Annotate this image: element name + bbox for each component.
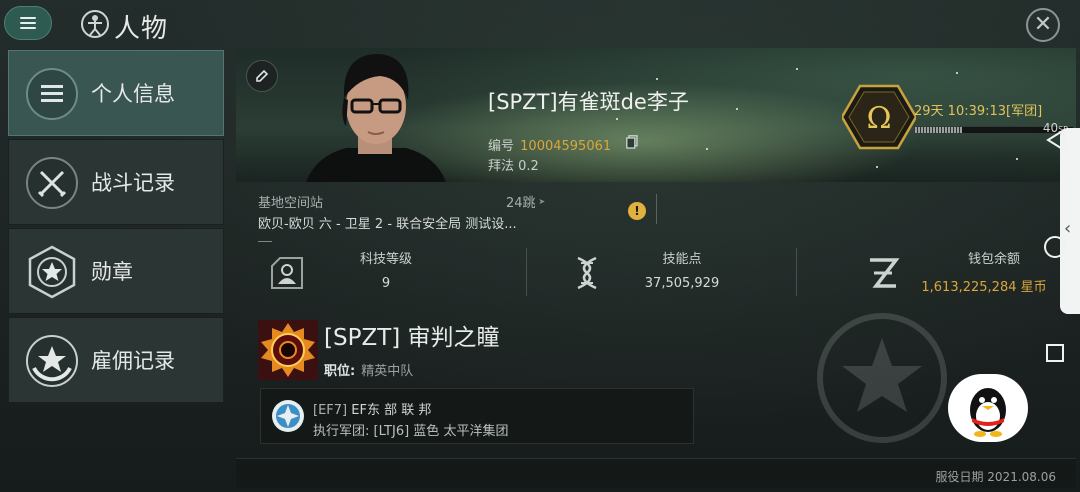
page-title: 人物 — [114, 14, 169, 44]
sidebar-item-profile[interactable]: 个人信息 — [8, 50, 224, 136]
omega-status-icon[interactable]: Ω — [842, 84, 916, 150]
copy-icon[interactable] — [626, 135, 638, 149]
alliance-logo — [272, 400, 304, 432]
character-portrait — [306, 54, 446, 182]
corporation-role: 职位: 精英中队 — [324, 360, 413, 379]
warning-icon[interactable]: ! — [628, 202, 646, 220]
skill-point-progress-fill — [915, 127, 963, 133]
sidebar-item-label: 雇佣记录 — [91, 349, 175, 373]
medal-star-icon — [28, 245, 76, 299]
service-footer: 服役日期 2021.08.06 — [236, 458, 1076, 488]
stat-label: 科技等级 — [359, 252, 412, 267]
stats-row: 科技等级 9 技能点 37,505,929 钱包余额 1,613,225,284… — [236, 244, 1076, 300]
hamburger-menu-icon — [20, 17, 36, 29]
stat-tech-level: 科技等级 9 — [268, 244, 528, 300]
sidebar-item-medals[interactable]: 勋章 — [8, 228, 224, 314]
stat-value: 37,505,929 — [644, 276, 720, 291]
id-label: 编号 — [488, 139, 515, 154]
stat-skill-points: 技能点 37,505,929 — [568, 244, 828, 300]
jump-count: 24跳 — [506, 192, 545, 211]
character-id: 编号 10004595061 — [488, 135, 611, 154]
executor-value: [LTJ6] 蓝色 太平洋集团 — [373, 424, 509, 439]
edit-profile-button[interactable] — [246, 60, 278, 92]
home-icon[interactable] — [1044, 236, 1066, 258]
close-icon: ✕ — [1033, 12, 1053, 37]
profile-banner: [SPZT]有雀斑de李子 编号 10004595061 拜法 0.2 Ω 29… — [236, 48, 1076, 182]
role-value: 精英中队 — [361, 364, 414, 379]
recent-apps-icon[interactable] — [1046, 344, 1064, 362]
corporation-logo[interactable] — [258, 320, 318, 380]
chevron-left-icon: ‹ — [1064, 218, 1072, 239]
character-name: [SPZT]有雀斑de李子 — [488, 90, 689, 114]
close-button[interactable]: ✕ — [1026, 8, 1060, 42]
divider — [656, 194, 657, 224]
profile-list-icon — [26, 68, 78, 120]
divider — [526, 248, 527, 296]
background-emblem-icon — [817, 313, 947, 443]
employment-star-icon — [26, 335, 78, 387]
worship-value: 拜法 0.2 — [488, 159, 539, 174]
service-date: 服役日期 2021.08.06 — [935, 470, 1056, 484]
alliance-name: [EF7] EF东 部 联 邦 — [313, 399, 431, 418]
id-value: 10004595061 — [520, 139, 612, 154]
sidebar-item-label: 个人信息 — [91, 82, 175, 106]
home-station[interactable]: 基地空间站 24跳 欧贝-欧贝 六 - 卫星 2 - 联合安全局 测试设... — [246, 188, 660, 232]
omega-time-remaining: 29天 10:39:13[军团] — [914, 104, 1043, 119]
home-station-label: 基地空间站 — [258, 196, 324, 211]
corporation-name[interactable]: [SPZT] 审判之瞳 — [324, 318, 500, 352]
sidebar-item-label: 勋章 — [91, 260, 133, 284]
top-bar: 人物 ✕ — [0, 0, 1080, 48]
alliance-tag: [EF7] — [313, 403, 348, 418]
sidebar-item-combat-log[interactable]: 战斗记录 — [8, 139, 224, 225]
role-label: 职位: — [324, 364, 356, 379]
alliance-title: EF东 部 联 邦 — [351, 403, 432, 418]
stat-value: 9 — [381, 276, 391, 291]
divider — [796, 248, 797, 296]
sidebar-item-employment[interactable]: 雇佣记录 — [8, 317, 224, 403]
crossed-swords-icon — [26, 157, 78, 209]
alliance-executor: 执行军团: [LTJ6] 蓝色 太平洋集团 — [313, 420, 508, 439]
sidebar-item-label: 战斗记录 — [91, 171, 175, 195]
executor-label: 执行军团: — [313, 424, 370, 439]
alliance-card[interactable]: [EF7] EF东 部 联 邦 执行军团: [LTJ6] 蓝色 太平洋集团 — [260, 388, 694, 444]
svg-text:Ω: Ω — [867, 101, 892, 136]
edit-icon — [256, 69, 269, 82]
system-navigation-bar: ‹ — [1032, 108, 1080, 378]
qq-float-icon[interactable] — [948, 374, 1028, 442]
station-path: 欧贝-欧贝 六 - 卫星 2 - 联合安全局 测试设... — [258, 217, 517, 232]
stat-label: 技能点 — [662, 252, 702, 267]
menu-button[interactable] — [4, 6, 52, 40]
sidebar: 个人信息 战斗记录 勋章 雇佣记录 — [8, 50, 224, 406]
divider — [258, 241, 272, 242]
back-icon[interactable] — [1046, 128, 1066, 152]
character-icon — [81, 10, 109, 38]
